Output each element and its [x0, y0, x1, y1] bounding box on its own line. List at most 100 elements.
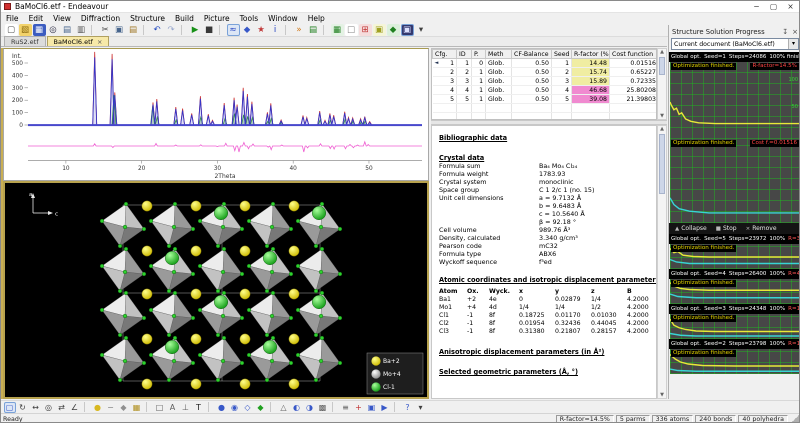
tab-BaMoCl6.etf[interactable]: BaMoCl6.etf×: [47, 36, 110, 46]
optimization-icon[interactable]: ★: [255, 24, 268, 36]
pin-icon[interactable]: ↧: [782, 28, 788, 36]
column-header[interactable]: ID: [457, 50, 472, 59]
menu-help[interactable]: Help: [303, 13, 330, 24]
structure-picture-panel[interactable]: acBa+2Mo+4Cl-1: [3, 181, 429, 399]
cell-parameters-icon[interactable]: ▣: [373, 24, 386, 36]
lighting-icon[interactable]: ◑: [304, 402, 316, 413]
space-fill-style-icon[interactable]: ●: [216, 402, 228, 413]
add-bond-icon[interactable]: −: [105, 402, 117, 413]
polyhedra-view-icon[interactable]: ◆: [387, 24, 400, 36]
column-header[interactable]: R-factor (%): [572, 50, 610, 59]
text-tool-icon[interactable]: T: [193, 402, 205, 413]
empty-cell: [512, 104, 552, 113]
cl-vertex-atom: [338, 361, 342, 365]
angle-tool-icon[interactable]: ∠: [69, 402, 81, 413]
menu-view[interactable]: View: [48, 13, 76, 24]
pointer-tool-icon[interactable]: ▢: [4, 402, 16, 413]
pack-cell-icon[interactable]: ▦: [131, 402, 143, 413]
cl-vertex-atom: [271, 247, 275, 251]
polyhedra-style-icon[interactable]: ◆: [255, 402, 267, 413]
save-icon[interactable]: ▦: [33, 24, 46, 36]
column-header[interactable]: P.: [472, 50, 486, 59]
measure-icon[interactable]: ≡: [340, 402, 352, 413]
menu-file[interactable]: File: [1, 13, 24, 24]
tab-close-icon[interactable]: ×: [97, 38, 102, 46]
stereo-view-icon[interactable]: ◐: [291, 402, 303, 413]
resize-grip[interactable]: [790, 415, 799, 423]
structure-picture-icon[interactable]: ▣: [401, 24, 414, 36]
menu-build[interactable]: Build: [170, 13, 199, 24]
print-icon[interactable]: ▥: [75, 24, 88, 36]
open-icon[interactable]: ▧: [19, 24, 32, 36]
show-axes-icon[interactable]: ⊥: [180, 402, 192, 413]
snapshot-icon[interactable]: ▣: [366, 402, 378, 413]
maximize-icon[interactable]: ▢: [765, 1, 782, 12]
wireframe-style-icon[interactable]: ◇: [242, 402, 254, 413]
copy-icon[interactable]: ▣: [113, 24, 126, 36]
distance-tool-icon[interactable]: ⇄: [56, 402, 68, 413]
panel-close-icon[interactable]: ×: [792, 28, 798, 36]
undo-icon[interactable]: ↶: [151, 24, 164, 36]
column-header[interactable]: Cost function: [610, 50, 658, 59]
tab-RuS2.etf[interactable]: RuS2.etf: [4, 36, 46, 46]
table-row[interactable]: 331Glob.0.50315.890.72335: [433, 77, 658, 86]
wizard-icon[interactable]: »: [293, 24, 306, 36]
report-icon[interactable]: ▤: [307, 24, 320, 36]
table-row[interactable]: ◄110Glob.0.50114.480.01516: [433, 59, 658, 68]
configuration-table[interactable]: Cfg.IDP.MethCF-BalanceSeedR-factor (%)Co…: [431, 48, 657, 120]
menu-picture[interactable]: Picture: [199, 13, 235, 24]
reflection-list-icon[interactable]: ⊞: [359, 24, 372, 36]
document-scrollbar[interactable]: ▲▼: [657, 125, 667, 399]
new-file-icon[interactable]: ▢: [5, 24, 18, 36]
blank-view-icon[interactable]: □: [345, 24, 358, 36]
menu-tools[interactable]: Tools: [235, 13, 263, 24]
table-scrollbar[interactable]: ▲▼: [657, 48, 667, 120]
toolbar-options-icon[interactable]: ▾: [415, 24, 428, 36]
perspective-icon[interactable]: △: [278, 402, 290, 413]
minimize-icon[interactable]: ─: [748, 1, 765, 12]
table-row[interactable]: 221Glob.0.50215.740.65227: [433, 68, 658, 77]
menu-window[interactable]: Window: [263, 13, 303, 24]
background-color-icon[interactable]: ▩: [317, 402, 329, 413]
picture-options-icon[interactable]: ▾: [415, 402, 427, 413]
p-cell: 0: [472, 59, 486, 68]
translate-tool-icon[interactable]: ↔: [30, 402, 42, 413]
table-row[interactable]: 441Glob.0.50446.6825.80208: [433, 86, 658, 95]
help-pointer-icon[interactable]: ?: [402, 402, 414, 413]
start-calculation-icon[interactable]: ▶: [189, 24, 202, 36]
add-atom-icon[interactable]: ●: [92, 402, 104, 413]
menu-edit[interactable]: Edit: [24, 13, 49, 24]
build-polyhedra-icon[interactable]: ◆: [118, 402, 130, 413]
powder-pattern-view-icon[interactable]: ≈: [227, 24, 240, 36]
crystal-data-row: Formula weight1783.93: [439, 170, 652, 178]
column-header[interactable]: Seed: [552, 50, 572, 59]
column-header[interactable]: Meth: [486, 50, 512, 59]
cut-icon[interactable]: ✂: [99, 24, 112, 36]
ba-atom: [289, 334, 299, 344]
remove-button[interactable]: ×Remove: [746, 225, 777, 232]
ball-stick-style-icon[interactable]: ◉: [229, 402, 241, 413]
show-labels-icon[interactable]: A: [167, 402, 179, 413]
table-row[interactable]: 551Glob.0.50539.0821.39803: [433, 95, 658, 104]
annotate-icon[interactable]: +: [353, 402, 365, 413]
find-icon[interactable]: ◎: [47, 24, 60, 36]
zoom-tool-icon[interactable]: ◎: [43, 402, 55, 413]
column-header[interactable]: CF-Balance: [512, 50, 552, 59]
paste-icon[interactable]: ▤: [127, 24, 140, 36]
redo-icon[interactable]: ↷: [165, 24, 178, 36]
structure-view-icon[interactable]: ◆: [241, 24, 254, 36]
print-preview-icon[interactable]: ▤: [61, 24, 74, 36]
menu-diffraction[interactable]: Diffraction: [76, 13, 125, 24]
collapse-button[interactable]: ▲Collapse: [675, 225, 707, 232]
document-selector[interactable]: Current document (BaMoCl6.etf) ▾: [671, 38, 799, 50]
stop-calculation-icon[interactable]: ■: [203, 24, 216, 36]
stop-button[interactable]: ■Stop: [716, 225, 737, 232]
show-unit-cell-icon[interactable]: □: [154, 402, 166, 413]
movie-icon[interactable]: ▶: [379, 402, 391, 413]
data-sheet-icon[interactable]: ▦: [331, 24, 344, 36]
column-header[interactable]: Cfg.: [433, 50, 457, 59]
close-icon[interactable]: ×: [782, 1, 799, 12]
rotate-tool-icon[interactable]: ↻: [17, 402, 29, 413]
menu-structure[interactable]: Structure: [125, 13, 170, 24]
info-icon[interactable]: i: [269, 24, 282, 36]
